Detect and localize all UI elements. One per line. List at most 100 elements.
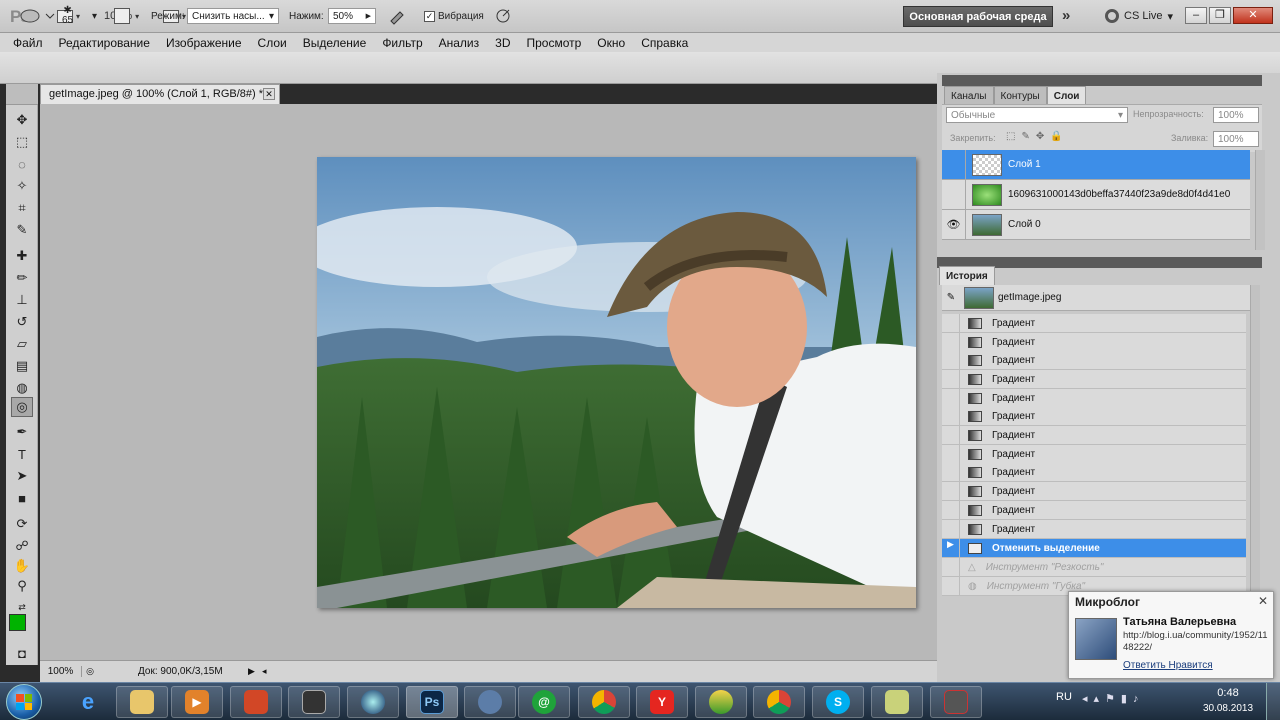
move-tool-icon[interactable]: ✥ <box>11 110 33 130</box>
layer-row[interactable]: Слой 1 <box>942 150 1250 180</box>
history-step[interactable]: Градиент <box>942 426 1246 445</box>
lasso-tool-icon[interactable]: ◌ <box>11 154 33 174</box>
history-brush-tool-icon[interactable]: ↺ <box>11 312 33 332</box>
menu-filter[interactable]: Фильтр <box>374 36 430 50</box>
menu-3d[interactable]: 3D <box>487 36 518 50</box>
post-link[interactable]: http://blog.i.ua/community/1952/1148222/ <box>1123 630 1271 654</box>
close-document-icon[interactable]: ✕ <box>263 88 275 100</box>
menu-help[interactable]: Справка <box>633 36 696 50</box>
language-indicator[interactable]: RU <box>1056 691 1072 703</box>
photoshop-taskbar-icon[interactable]: Ps <box>406 686 458 718</box>
pen-tool-icon[interactable]: ✒ <box>11 422 33 442</box>
history-step[interactable]: Градиент <box>942 520 1246 539</box>
blend-mode-select[interactable]: Обычные ▾ <box>946 107 1128 123</box>
zoom-field[interactable]: 100% <box>40 666 82 677</box>
fill-field[interactable]: 100% <box>1213 131 1259 147</box>
pressure-size-toggle[interactable] <box>494 0 512 32</box>
history-brush-source-icon[interactable]: ✎ <box>942 292 960 303</box>
history-step[interactable]: Градиент <box>942 463 1246 482</box>
close-notification-icon[interactable]: ✕ <box>1258 594 1268 608</box>
layer-row[interactable]: 1609631000143d0beffa37440f23a9de8d0f4d41… <box>942 180 1250 210</box>
history-step[interactable]: Градиент <box>942 407 1246 426</box>
magic-wand-tool-icon[interactable]: ✧ <box>11 176 33 196</box>
game-app-icon[interactable] <box>695 686 747 718</box>
status-settings-icon[interactable]: ◎ <box>82 666 98 677</box>
chrome-icon[interactable] <box>578 686 630 718</box>
clone-stamp-tool-icon[interactable]: ⊥ <box>11 290 33 310</box>
tab-history[interactable]: История <box>939 266 995 285</box>
history-step[interactable]: Градиент <box>942 314 1246 333</box>
3d-rotate-tool-icon[interactable]: ⟳ <box>11 514 33 534</box>
history-step[interactable]: Градиент <box>942 370 1246 389</box>
menu-select[interactable]: Выделение <box>295 36 375 50</box>
menu-file[interactable]: Файл <box>5 36 51 50</box>
zoom-tool-icon[interactable]: ⚲ <box>11 576 33 596</box>
mode-select[interactable]: Снизить насы... ▾ <box>187 8 279 24</box>
microblog-notification[interactable]: Микроблог ✕ Татьяна Валерьевна http://bl… <box>1068 591 1274 679</box>
close-window-button[interactable]: ✕ <box>1233 7 1273 24</box>
menu-layers[interactable]: Слои <box>250 36 295 50</box>
chrome-secondary-icon[interactable] <box>753 686 805 718</box>
reply-like-links[interactable]: Ответить Нравится <box>1123 660 1213 671</box>
path-selection-tool-icon[interactable]: ➤ <box>11 466 33 486</box>
crop-tool-icon[interactable]: ⌗ <box>11 198 33 218</box>
internet-explorer-icon[interactable]: e <box>62 686 114 718</box>
menu-edit[interactable]: Редактирование <box>51 36 158 50</box>
cs-live-button[interactable]: CS Live ▾ <box>1105 9 1173 23</box>
tray-icons[interactable]: ◂▴⚑▮♪ <box>1082 692 1144 705</box>
globe-app-icon[interactable] <box>347 686 399 718</box>
quick-mask-icon[interactable]: ◘ <box>11 643 33 663</box>
show-desktop-button[interactable] <box>1266 683 1280 720</box>
brush-picker[interactable]: ✱ 65 <box>62 0 73 32</box>
visibility-toggle[interactable] <box>942 150 966 179</box>
history-step[interactable]: Градиент <box>942 351 1246 370</box>
hand-tool-icon[interactable]: ✋ <box>11 556 33 576</box>
3d-orbit-tool-icon[interactable]: ☍ <box>11 536 33 556</box>
lock-icons[interactable]: ⬚✎✥🔒 <box>1006 131 1069 142</box>
office-app-icon[interactable] <box>230 686 282 718</box>
mail-agent-icon[interactable]: @ <box>518 686 570 718</box>
history-step-undone[interactable]: △ Инструмент "Резкость" <box>942 558 1246 577</box>
more-workspaces-button[interactable]: » <box>1062 7 1070 24</box>
terminal-app-icon[interactable] <box>288 686 340 718</box>
history-snapshot[interactable]: ✎ getImage.jpeg <box>942 285 1250 311</box>
clock-date[interactable]: 30.08.2013 <box>1200 703 1256 714</box>
layer-row[interactable]: 👁 Слой 0 <box>942 210 1250 240</box>
history-step[interactable]: Градиент <box>942 445 1246 464</box>
audio-app-icon[interactable] <box>930 686 982 718</box>
history-step[interactable]: Градиент <box>942 501 1246 520</box>
gradient-tool-icon[interactable]: ▤ <box>11 356 33 376</box>
history-step-current[interactable]: ▶ Отменить выделение <box>942 539 1246 558</box>
file-explorer-icon[interactable] <box>116 686 168 718</box>
opacity-field[interactable]: 100% <box>1213 107 1259 123</box>
eye-icon[interactable]: 👁 <box>942 210 966 239</box>
brush-panel-button[interactable] <box>114 0 130 32</box>
visibility-toggle[interactable] <box>942 180 966 209</box>
vibrance-checkbox[interactable]: ✓ Вибрация <box>424 0 484 32</box>
maximize-button[interactable]: ❐ <box>1209 7 1231 24</box>
foreground-color-swatch[interactable] <box>9 614 26 631</box>
healing-brush-tool-icon[interactable]: ✚ <box>11 246 33 266</box>
clock-time[interactable]: 0:48 <box>1200 687 1256 699</box>
eyedropper-tool-icon[interactable]: ✎ <box>11 220 33 240</box>
blur-tool-icon[interactable]: ◍ <box>11 378 33 398</box>
skype-icon[interactable]: S <box>812 686 864 718</box>
type-tool-icon[interactable]: T <box>11 444 33 464</box>
scroll-left-arrow[interactable]: ◂ <box>262 666 276 677</box>
eraser-tool-icon[interactable]: ▱ <box>11 334 33 354</box>
history-step[interactable]: Градиент <box>942 333 1246 352</box>
tab-paths[interactable]: Контуры <box>993 86 1047 105</box>
brush-tool-icon[interactable]: ✏ <box>11 268 33 288</box>
workspace-switcher[interactable]: Основная рабочая среда <box>903 6 1053 27</box>
status-menu-arrow[interactable]: ▶ <box>248 666 262 677</box>
menu-window[interactable]: Окно <box>589 36 633 50</box>
document-tab[interactable]: getImage.jpeg @ 100% (Слой 1, RGB/8#) * ✕ <box>40 84 280 104</box>
marquee-tool-icon[interactable]: ⬚ <box>11 132 33 152</box>
tab-channels[interactable]: Каналы <box>944 86 994 105</box>
minimize-button[interactable]: ‒ <box>1185 7 1207 24</box>
notes-app-icon[interactable] <box>871 686 923 718</box>
brush-dropdown-caret[interactable]: ▾ <box>92 0 97 32</box>
history-scrollbar[interactable] <box>1250 285 1260 595</box>
tool-preset-picker[interactable] <box>18 0 58 32</box>
shape-tool-icon[interactable]: ■ <box>11 488 33 508</box>
